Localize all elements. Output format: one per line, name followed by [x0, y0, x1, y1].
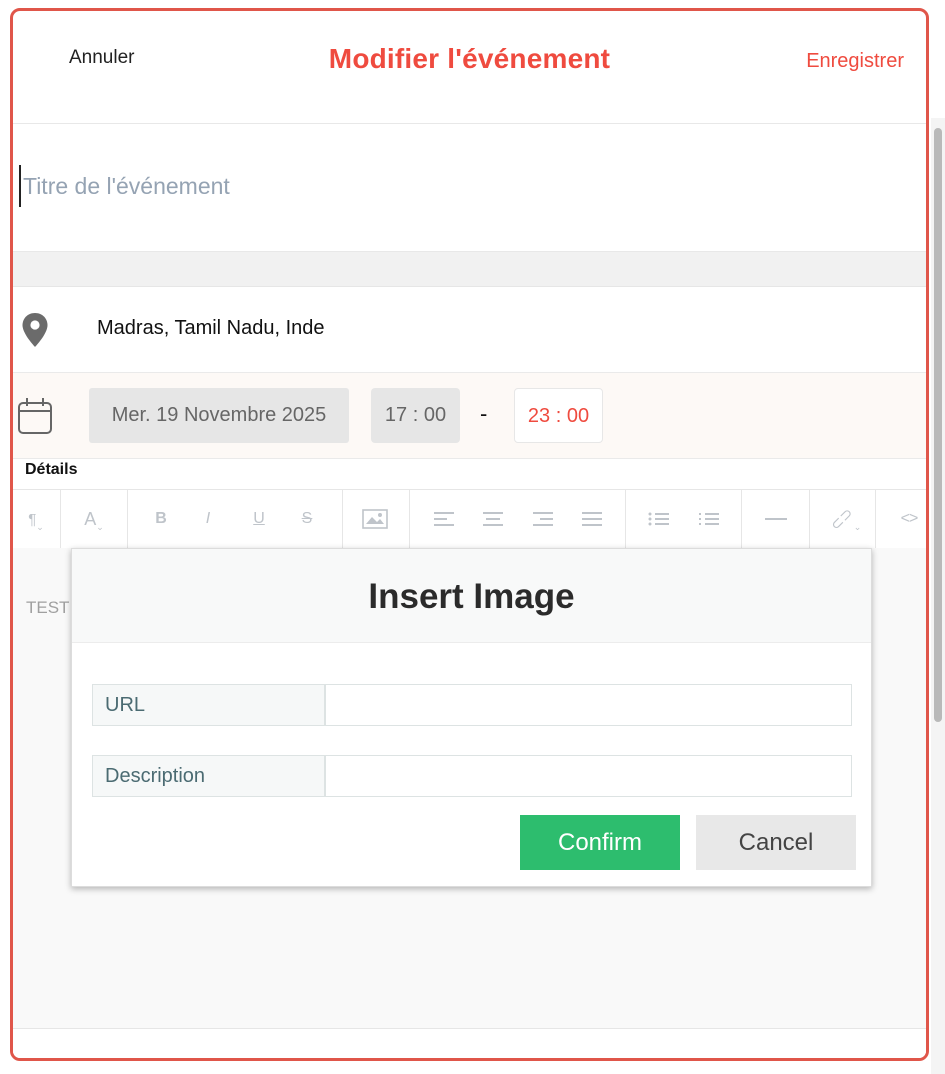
toolbar-separator [127, 490, 128, 548]
numbered-list-icon[interactable] [693, 490, 725, 548]
toolbar-separator [809, 490, 810, 548]
location-text: Madras, Tamil Nadu, Inde [97, 317, 325, 339]
bold-icon[interactable]: B [143, 490, 179, 548]
toolbar-separator [741, 490, 742, 548]
date-field[interactable]: Mer. 19 Novembre 2025 [89, 388, 349, 443]
url-label: URL [92, 684, 325, 726]
time-separator: - [480, 401, 488, 426]
location-row[interactable]: Madras, Tamil Nadu, Inde [13, 287, 926, 373]
align-center-glyph [483, 512, 503, 526]
toolbar-separator [625, 490, 626, 548]
align-center-icon[interactable] [477, 490, 509, 548]
modal-header: Insert Image [72, 549, 871, 643]
description-input[interactable] [325, 755, 852, 797]
toolbar-separator [342, 490, 343, 548]
numbered-list-glyph [699, 513, 719, 525]
toolbar-separator [409, 490, 410, 548]
toolbar-separator [875, 490, 876, 548]
cancel-button[interactable]: Cancel [696, 815, 856, 870]
link-icon[interactable]: ⊂⊃ ⌄ [825, 490, 865, 548]
image-icon-glyph [362, 509, 388, 529]
event-edit-panel: Annuler Modifier l'événement Enregistrer… [10, 8, 929, 1061]
date-row: Mer. 19 Novembre 2025 17 : 00 - 23 : 00 [13, 373, 926, 459]
title-row [13, 123, 926, 252]
paragraph-icon[interactable]: ¶ ⌄ [13, 490, 59, 548]
bullet-list-icon[interactable] [643, 490, 675, 548]
align-justify-glyph [582, 512, 602, 526]
details-label: Détails [25, 461, 78, 478]
align-right-glyph [533, 512, 553, 526]
calendar-icon [18, 398, 52, 434]
image-icon[interactable] [357, 490, 393, 548]
align-left-glyph [434, 512, 454, 526]
insert-image-modal: Insert Image URL Description Confirm Can… [71, 548, 872, 887]
start-time-field[interactable]: 17 : 00 [371, 388, 460, 443]
editor-text: TEST [26, 598, 70, 617]
end-time-field[interactable]: 23 : 00 [514, 388, 603, 443]
bottom-bar [13, 1029, 926, 1058]
page-title: Modifier l'événement [328, 43, 611, 74]
align-right-icon[interactable] [527, 490, 559, 548]
bullet-list-glyph [648, 512, 669, 526]
save-link[interactable]: Enregistrer [806, 50, 904, 73]
italic-icon[interactable]: I [190, 490, 226, 548]
event-title-input[interactable] [19, 165, 625, 207]
horizontal-rule-icon[interactable] [760, 490, 792, 548]
modal-title: Insert Image [368, 577, 575, 616]
strikethrough-icon[interactable]: S [289, 490, 325, 548]
align-left-icon[interactable] [428, 490, 460, 548]
header: Annuler Modifier l'événement Enregistrer [13, 11, 926, 124]
underline-icon[interactable]: U [241, 490, 277, 548]
code-icon[interactable]: <> [889, 490, 926, 548]
scrollbar-thumb[interactable] [934, 128, 942, 722]
location-pin-icon [22, 313, 48, 347]
description-label: Description [92, 755, 325, 797]
editor-toolbar: ¶ ⌄ A ⌄ B I U S ⊂⊃ ⌄ <> [13, 489, 926, 549]
url-input[interactable] [325, 684, 852, 726]
align-justify-icon[interactable] [576, 490, 608, 548]
font-color-icon[interactable]: A ⌄ [61, 490, 127, 548]
section-divider [13, 252, 926, 287]
horizontal-rule-glyph [765, 518, 787, 520]
confirm-button[interactable]: Confirm [520, 815, 680, 870]
